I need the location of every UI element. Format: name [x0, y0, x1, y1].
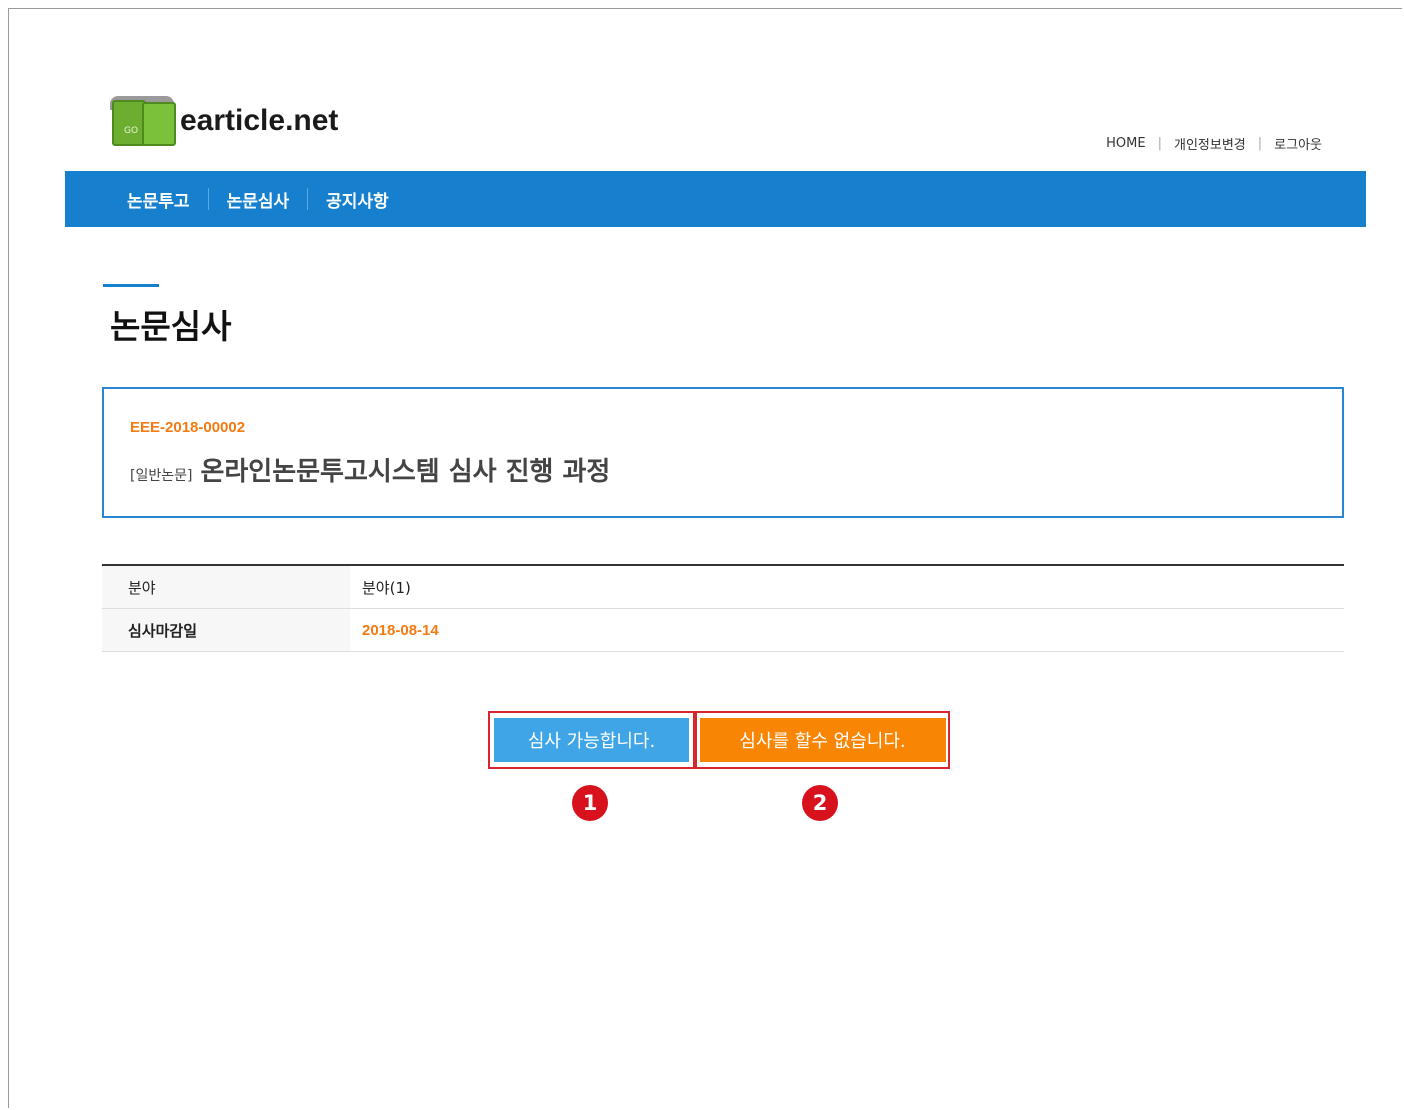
nav-item-review[interactable]: 논문심사 — [209, 187, 308, 212]
paper-summary-box: EEE-2018-00002 [일반논문] 온라인논문투고시스템 심사 진행 과… — [102, 387, 1344, 518]
paper-id: EEE-2018-00002 — [130, 419, 246, 436]
accept-review-button[interactable]: 심사 가능합니다. — [494, 718, 689, 762]
decline-review-button[interactable]: 심사를 할수 없습니다. — [699, 718, 946, 762]
field-label: 분야 — [102, 566, 350, 608]
paper-title-line: [일반논문] 온라인논문투고시스템 심사 진행 과정 — [130, 451, 610, 488]
annotation-badge-1: 1 — [572, 785, 608, 821]
main-nav: 논문투고 논문심사 공지사항 — [65, 171, 1366, 227]
deadline-value: 2018-08-14 — [362, 621, 439, 639]
table-row: 분야 분야(1) — [102, 566, 1344, 609]
decline-highlight-box: 심사를 할수 없습니다. — [695, 711, 950, 769]
logo-book-text: GO — [124, 126, 139, 136]
profile-edit-link[interactable]: 개인정보변경 — [1174, 134, 1246, 153]
logout-link[interactable]: 로그아웃 — [1274, 134, 1322, 153]
logo[interactable]: GO earticle.net — [110, 96, 338, 146]
paper-title: 온라인논문투고시스템 심사 진행 과정 — [200, 457, 611, 487]
nav-item-submit[interactable]: 논문투고 — [127, 187, 208, 212]
top-link-separator: | — [1157, 136, 1162, 151]
paper-type: [일반논문] — [130, 468, 193, 484]
deadline-label: 심사마감일 — [102, 609, 350, 651]
top-link-separator: | — [1257, 136, 1263, 151]
table-row: 심사마감일 2018-08-14 — [102, 609, 1344, 652]
home-link[interactable]: HOME — [1106, 136, 1145, 151]
annotation-badge-2: 2 — [802, 785, 838, 821]
field-value: 분야(1) — [362, 578, 411, 597]
info-table: 분야 분야(1) 심사마감일 2018-08-14 — [102, 564, 1344, 652]
nav-item-notice[interactable]: 공지사항 — [308, 187, 407, 212]
top-links: HOME | 개인정보변경 | 로그아웃 — [1106, 134, 1322, 153]
logo-text: earticle.net — [180, 104, 339, 137]
logo-books-icon: GO — [110, 96, 176, 146]
title-accent-bar — [103, 284, 159, 287]
accept-highlight-box: 심사 가능합니다. — [488, 711, 695, 769]
page-title: 논문심사 — [110, 307, 232, 346]
